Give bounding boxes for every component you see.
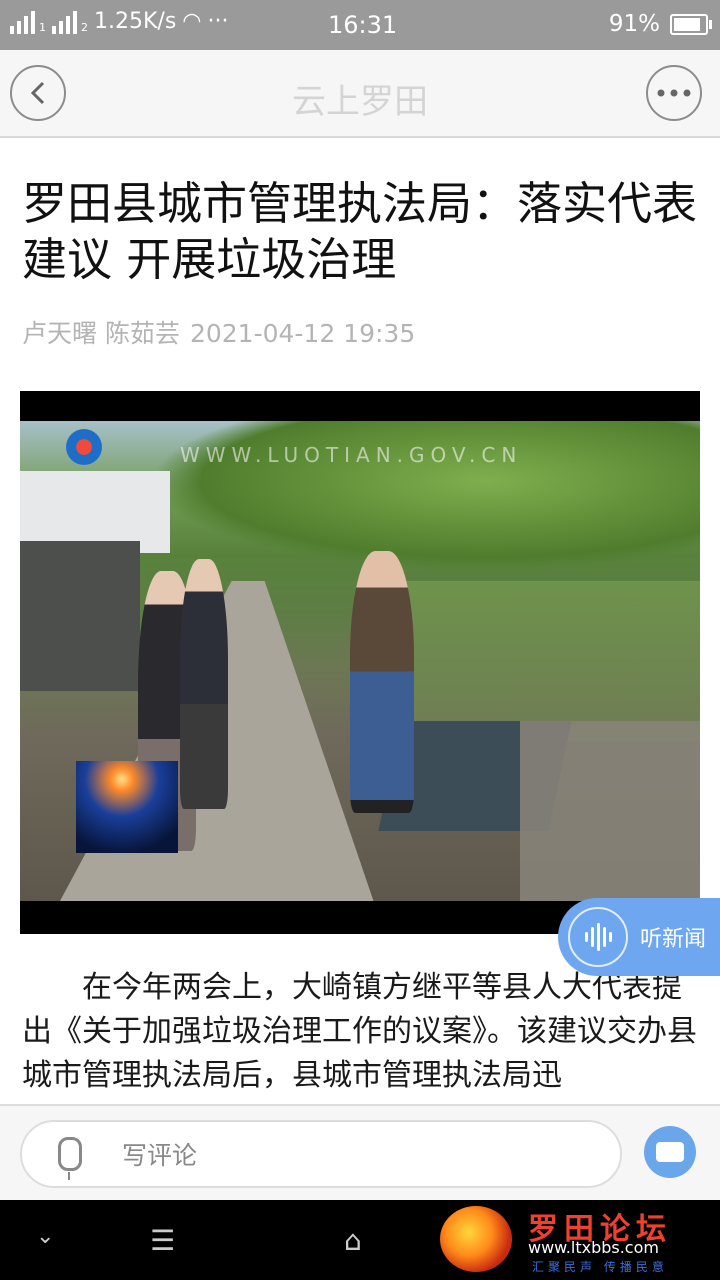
listen-news-label: 听新闻: [640, 927, 707, 952]
article-authors: 卢天曙 陈茹芸: [22, 319, 180, 348]
comments-button[interactable]: [644, 1126, 696, 1178]
network-speed: 1.25K/s: [94, 9, 177, 34]
article-body: 在今年两会上，大崎镇方继平等县人大代表提出《关于加强垃圾治理工作的议案》。该建议…: [22, 970, 697, 1093]
article-headline: 罗田县城市管理执法局：落实代表建议 开展垃圾治理: [22, 177, 698, 286]
page-title: 云上罗田: [292, 82, 428, 122]
forum-url: www.ltxbbs.com: [528, 1238, 659, 1257]
more-notifications: ···: [207, 9, 229, 34]
tv-logo-inset: [76, 761, 178, 853]
more-button[interactable]: [646, 65, 702, 121]
signal-icon: 1: [10, 10, 46, 34]
forum-logo: 罗田论坛 www.ltxbbs.com 汇聚民声 传播民意: [440, 1204, 698, 1276]
chevron-down-icon[interactable]: ⌄: [36, 1224, 54, 1249]
comment-bar: 写评论: [0, 1104, 720, 1202]
forum-slogan: 汇聚民声 传播民意: [532, 1260, 668, 1274]
more-dots-icon: [657, 89, 691, 97]
microphone-icon[interactable]: [58, 1137, 82, 1180]
comment-bubble-icon: [656, 1142, 684, 1162]
home-icon[interactable]: ⌂: [344, 1224, 362, 1257]
status-left: 1 2 1.25K/s ◠ ···: [10, 9, 228, 34]
image-scene: WWW.LUOTIAN.GOV.CN: [20, 421, 700, 901]
status-bar: 1 2 1.25K/s ◠ ··· 16:31 91%: [0, 0, 720, 50]
system-nav-bar: ⌄ ☰ ⌂ 罗田论坛 www.ltxbbs.com 汇聚民声 传播民意: [0, 1200, 720, 1280]
image-watermark: WWW.LUOTIAN.GOV.CN: [180, 443, 523, 467]
battery-indicator: 91%: [608, 11, 712, 37]
comment-input[interactable]: 写评论: [20, 1120, 622, 1188]
signal-icon-2: 2: [52, 10, 88, 34]
listen-news-button[interactable]: 听新闻: [558, 898, 720, 976]
clock: 16:31: [328, 11, 398, 39]
article-image[interactable]: WWW.LUOTIAN.GOV.CN: [20, 391, 700, 934]
audio-wave-icon: [568, 907, 628, 967]
article-byline: 卢天曙 陈茹芸 2021-04-12 19:35: [22, 314, 425, 350]
battery-level: 91%: [608, 11, 660, 37]
article-datetime: 2021-04-12 19:35: [189, 319, 416, 348]
flame-logo-icon: [440, 1206, 512, 1272]
battery-icon: [670, 13, 712, 35]
menu-icon[interactable]: ☰: [150, 1224, 175, 1257]
comment-placeholder: 写评论: [122, 1141, 198, 1170]
title-bar: 云上罗田: [0, 50, 720, 138]
station-logo: [66, 429, 102, 465]
wifi-icon: ◠: [182, 9, 202, 34]
